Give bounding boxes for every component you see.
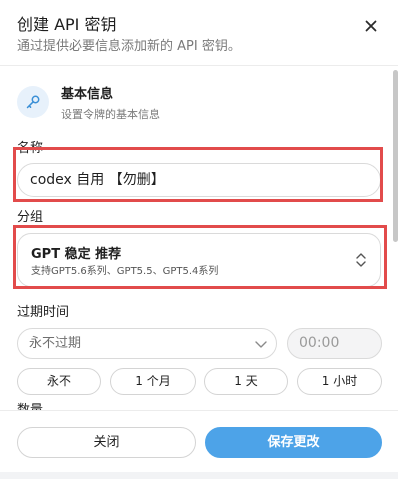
dialog-title: 创建 API 密钥: [17, 15, 117, 34]
create-api-key-dialog: 创建 API 密钥 通过提供必要信息添加新的 API 密钥。 基本信息 设置令牌…: [0, 0, 398, 479]
group-label: 分组: [17, 210, 44, 225]
expiry-label: 过期时间: [17, 305, 70, 320]
section-title: 基本信息: [61, 87, 114, 102]
expiry-dropdown-value: 永不过期: [29, 336, 82, 351]
dialog-header: 创建 API 密钥 通过提供必要信息添加新的 API 密钥。: [0, 0, 398, 66]
group-select[interactable]: GPT 稳定 推荐 支持GPT5.6系列、GPT5.5、GPT5.4系列: [17, 233, 381, 287]
close-dialog-button[interactable]: 关闭: [17, 427, 196, 458]
close-icon: [365, 20, 377, 32]
chip-one-day[interactable]: 1 天: [204, 368, 288, 395]
name-input[interactable]: codex 自用 【勿删】: [17, 163, 381, 197]
dialog-subtitle: 通过提供必要信息添加新的 API 密钥。: [17, 39, 241, 54]
scrollbar-thumb[interactable]: [393, 70, 398, 242]
close-button[interactable]: [360, 15, 382, 37]
key-icon: [26, 95, 40, 109]
name-label: 名称: [17, 141, 44, 156]
group-select-subtitle: 支持GPT5.6系列、GPT5.5、GPT5.4系列: [31, 266, 219, 277]
expiry-time-input[interactable]: 00:00: [287, 328, 382, 359]
quantity-label-partial: 数量: [17, 402, 43, 410]
expiry-dropdown[interactable]: 永不过期: [17, 328, 277, 359]
chevron-down-icon: [255, 341, 267, 348]
section-description: 设置令牌的基本信息: [61, 108, 160, 121]
section-icon-badge: [17, 86, 49, 118]
chip-never[interactable]: 永不: [17, 368, 101, 395]
group-select-title: GPT 稳定 推荐: [31, 247, 122, 262]
chip-one-month[interactable]: 1 个月: [110, 368, 196, 395]
chip-one-hour[interactable]: 1 小时: [297, 368, 382, 395]
chevron-up-down-icon: [356, 253, 366, 267]
save-changes-button[interactable]: 保存更改: [205, 427, 382, 458]
page-background-strip: [0, 472, 398, 479]
